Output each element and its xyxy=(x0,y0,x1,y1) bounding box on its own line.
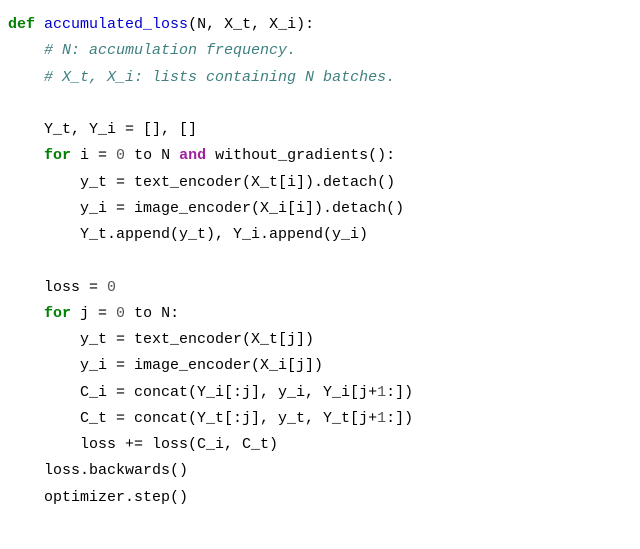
function-name: accumulated_loss xyxy=(44,16,188,33)
code-block: def accumulated_loss(N, X_t, X_i): # N: … xyxy=(8,12,632,511)
number-literal: 1 xyxy=(377,410,386,427)
code-line: y_t = text_encoder(X_t[i]).detach() xyxy=(80,174,395,191)
code-line: optimizer.step() xyxy=(44,489,188,506)
code-line: Y_t, Y_i = [], [] xyxy=(44,121,197,138)
number-literal: 0 xyxy=(116,147,125,164)
code-line: Y_t.append(y_t), Y_i.append(y_i) xyxy=(80,226,368,243)
keyword-def: def xyxy=(8,16,35,33)
comment-line: # X_t, X_i: lists containing N batches. xyxy=(44,69,395,86)
code-line: loss.backwards() xyxy=(44,462,188,479)
keyword-for: for xyxy=(44,305,71,322)
code-line: y_i = image_encoder(X_i[i]).detach() xyxy=(80,200,404,217)
keyword-for: for xyxy=(44,147,71,164)
code-line: y_t = text_encoder(X_t[j]) xyxy=(80,331,314,348)
code-line: y_i = image_encoder(X_i[j]) xyxy=(80,357,323,374)
code-line: loss += loss(C_i, C_t) xyxy=(80,436,278,453)
number-literal: 0 xyxy=(116,305,125,322)
code-line: loss = xyxy=(44,279,107,296)
number-literal: 0 xyxy=(107,279,116,296)
number-literal: 1 xyxy=(377,384,386,401)
signature-params: (N, X_t, X_i): xyxy=(188,16,314,33)
code-line: C_t = concat(Y_t[:j], y_t, Y_t[j+ xyxy=(80,410,377,427)
comment-line: # N: accumulation frequency. xyxy=(44,42,296,59)
keyword-and: and xyxy=(179,147,206,164)
code-line: C_i = concat(Y_i[:j], y_i, Y_i[j+ xyxy=(80,384,377,401)
